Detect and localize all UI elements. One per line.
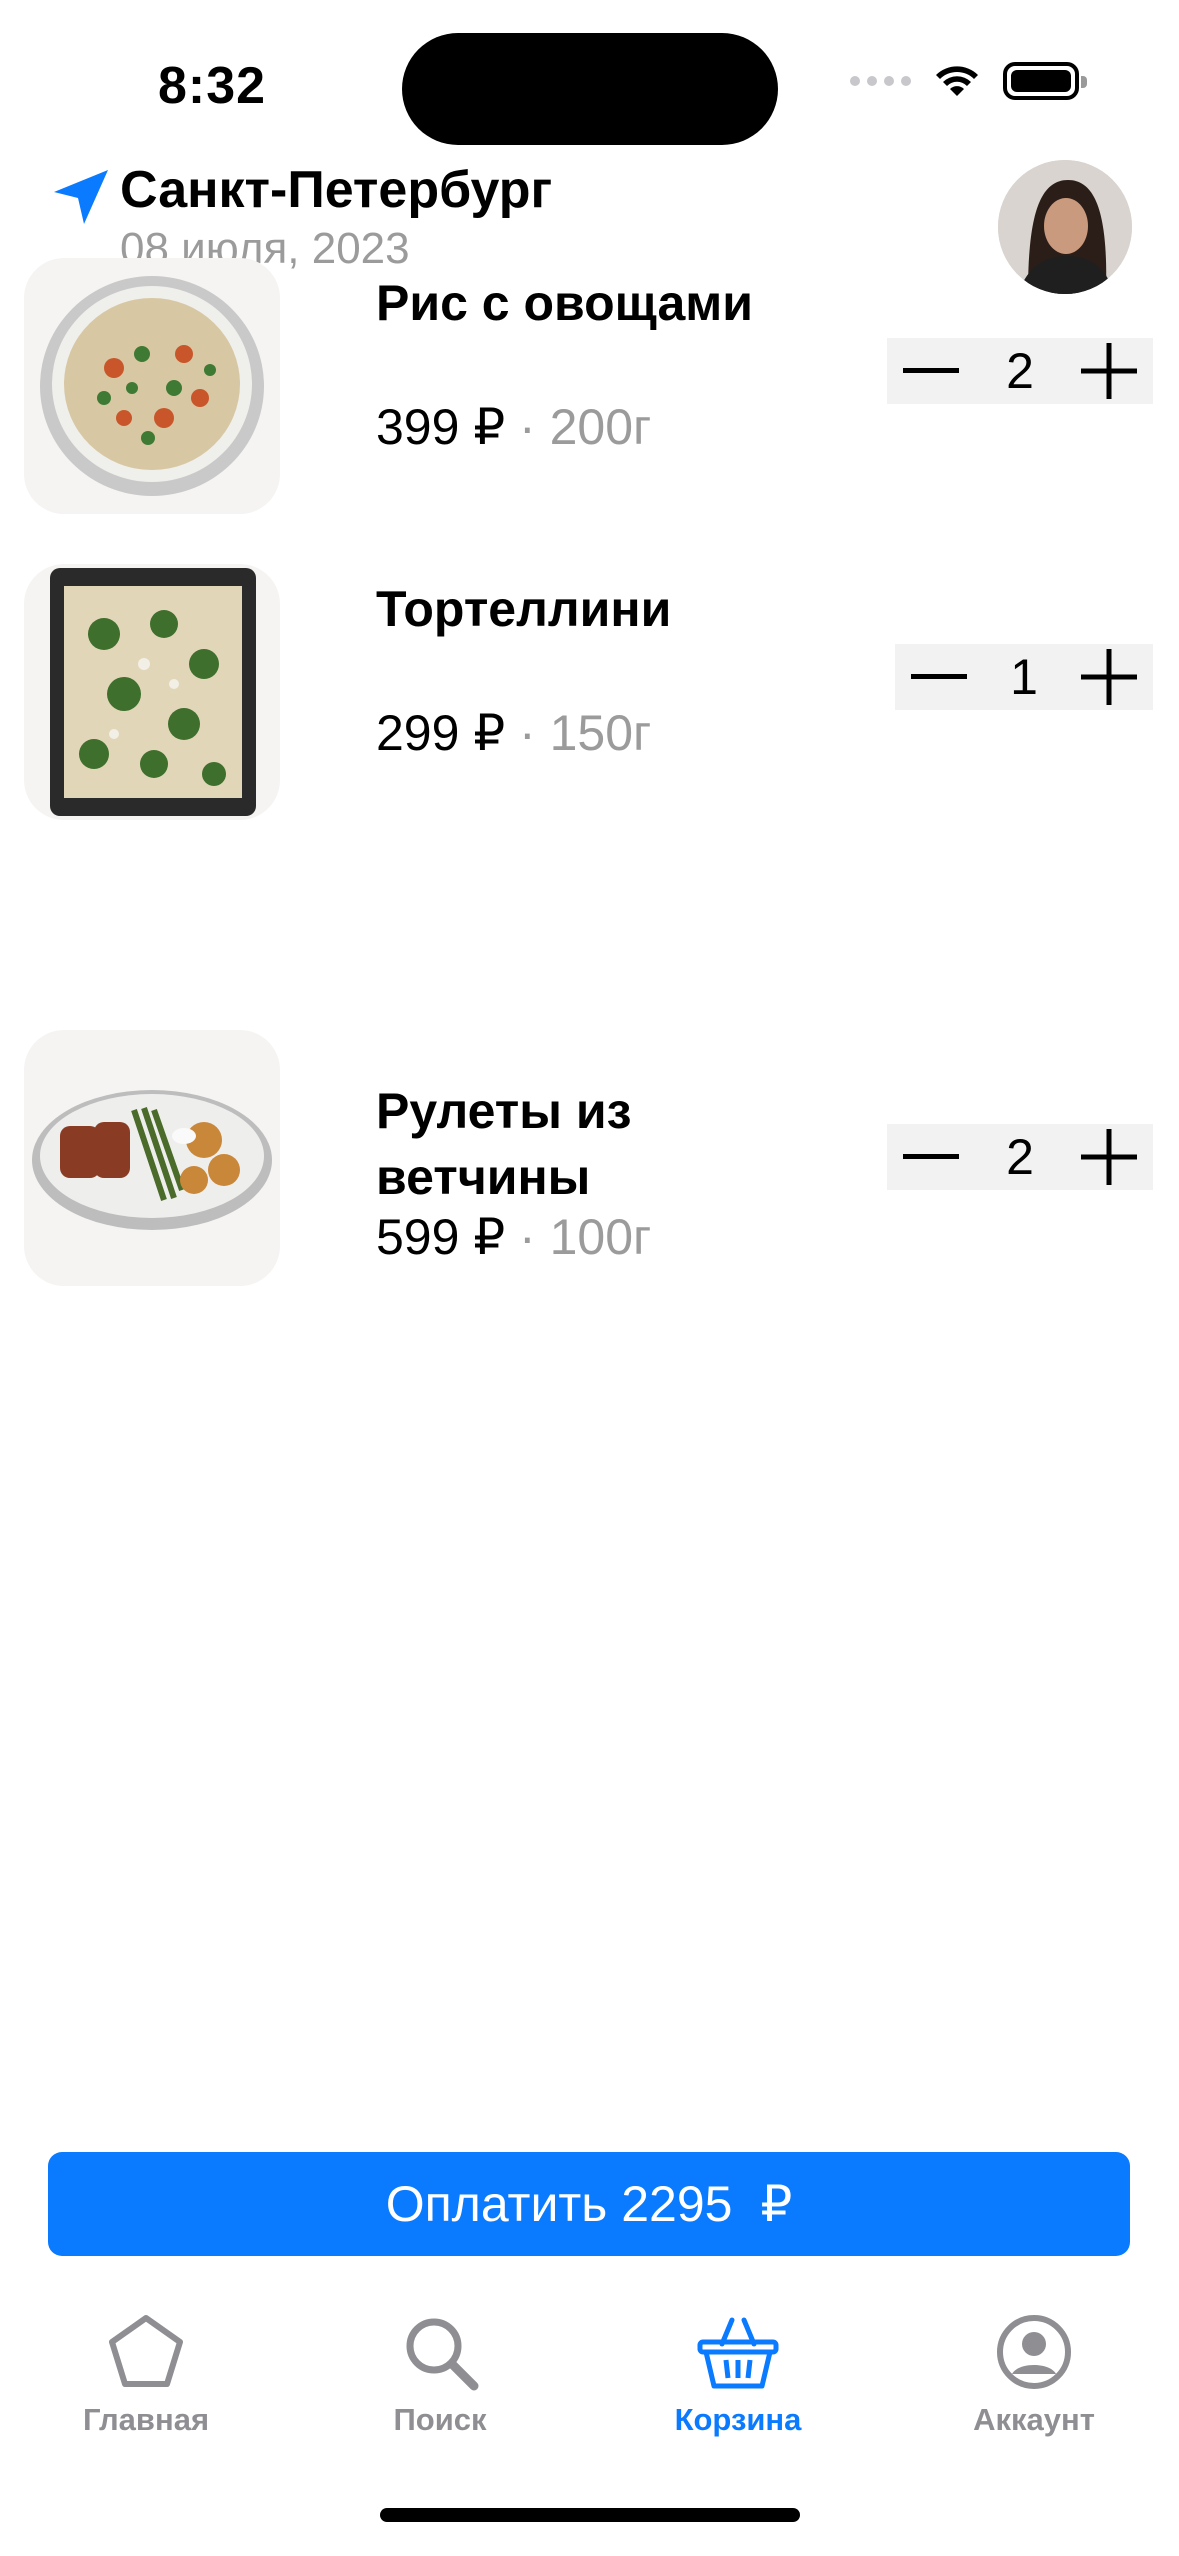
product-image bbox=[24, 1030, 280, 1286]
product-name: Тортеллини bbox=[376, 581, 672, 637]
city-name[interactable]: Санкт-Петербург bbox=[120, 160, 552, 220]
product-weight: · 150г bbox=[505, 705, 652, 761]
quantity-value: 2 bbox=[1006, 343, 1034, 399]
decrease-button[interactable] bbox=[907, 645, 971, 709]
tab-label: Корзина bbox=[674, 2402, 802, 2437]
tab-cart[interactable]: Корзина bbox=[618, 2310, 858, 2438]
product-price: 599 ₽ bbox=[376, 1209, 506, 1265]
product-weight: · 100г bbox=[505, 1209, 652, 1265]
status-icons bbox=[850, 62, 1087, 100]
wifi-icon bbox=[936, 66, 978, 96]
tab-label: Аккаунт bbox=[973, 2402, 1095, 2437]
home-indicator bbox=[380, 2508, 800, 2522]
plus-icon bbox=[1081, 649, 1137, 705]
cart-item: Рулеты из ветчины 599 ₽ · 100г 2 bbox=[0, 1030, 1179, 1290]
tab-bar: Главная Поиск Корзина Аккаунт bbox=[0, 2310, 1179, 2470]
tab-search[interactable]: Поиск bbox=[320, 2310, 560, 2438]
product-price-line: 299 ₽ · 150г bbox=[376, 704, 651, 762]
search-icon bbox=[406, 2318, 479, 2391]
tab-label: Главная bbox=[82, 2402, 210, 2437]
product-price-line: 399 ₽ · 200г bbox=[376, 398, 651, 456]
dynamic-island bbox=[402, 33, 778, 145]
decrease-button[interactable] bbox=[899, 1125, 963, 1189]
basket-icon bbox=[697, 2317, 779, 2389]
quantity-value: 2 bbox=[1006, 1129, 1034, 1185]
cart-screen: 8:32 Санкт-Петербург 08 июля, 2023 Рис с… bbox=[0, 0, 1179, 2556]
plus-icon bbox=[1081, 1129, 1137, 1185]
account-icon bbox=[997, 2315, 1071, 2389]
minus-icon bbox=[903, 1154, 959, 1159]
product-image bbox=[24, 258, 280, 514]
pay-button[interactable]: Оплатить 2295 ₽ bbox=[48, 2152, 1130, 2256]
quantity-value: 1 bbox=[1010, 649, 1038, 705]
tab-account[interactable]: Аккаунт bbox=[914, 2310, 1154, 2438]
cellular-signal-icon bbox=[850, 76, 911, 86]
product-name: Рулеты из ветчины bbox=[376, 1083, 632, 1205]
battery-icon bbox=[1003, 62, 1087, 100]
product-price-line: 599 ₽ · 100г bbox=[376, 1208, 651, 1266]
product-price: 299 ₽ bbox=[376, 705, 506, 761]
tab-home[interactable]: Главная bbox=[26, 2310, 266, 2438]
pentagon-icon bbox=[109, 2315, 183, 2387]
pay-button-label: Оплатить 2295 bbox=[385, 2176, 733, 2232]
decrease-button[interactable] bbox=[899, 339, 963, 403]
location-arrow-icon[interactable] bbox=[50, 166, 112, 228]
increase-button[interactable] bbox=[1077, 339, 1141, 403]
product-name: Рис с овощами bbox=[376, 275, 753, 331]
product-image bbox=[24, 564, 280, 820]
increase-button[interactable] bbox=[1077, 645, 1141, 709]
pay-button-currency: ₽ bbox=[760, 2176, 793, 2232]
status-time: 8:32 bbox=[158, 57, 267, 115]
quantity-stepper: 2 bbox=[887, 338, 1153, 404]
minus-icon bbox=[903, 368, 959, 373]
plus-icon bbox=[1081, 343, 1137, 399]
quantity-stepper: 1 bbox=[895, 644, 1153, 710]
quantity-stepper: 2 bbox=[887, 1124, 1153, 1190]
cart-item: Рис с овощами 399 ₽ · 200г 2 bbox=[0, 258, 1179, 518]
cart-item: Тортеллини 299 ₽ · 150г 1 bbox=[0, 564, 1179, 824]
product-price: 399 ₽ bbox=[376, 399, 506, 455]
tab-label: Поиск bbox=[393, 2402, 487, 2437]
increase-button[interactable] bbox=[1077, 1125, 1141, 1189]
product-weight: · 200г bbox=[505, 399, 652, 455]
minus-icon bbox=[911, 674, 967, 679]
